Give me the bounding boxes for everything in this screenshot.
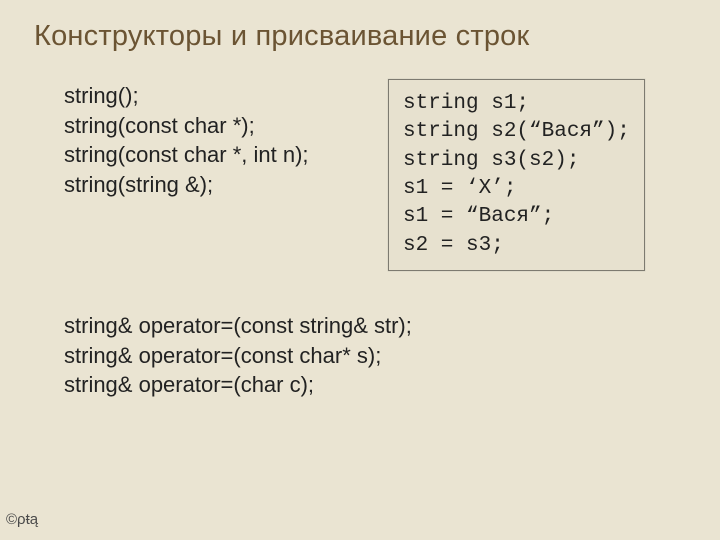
slide: Конструкторы и присваивание строк string… xyxy=(0,0,720,540)
constructor-line: string(const char *, int n); xyxy=(64,140,384,170)
constructor-line: string(string &); xyxy=(64,170,384,200)
code-line: string s2(“Вася”); xyxy=(403,118,630,146)
constructor-line: string(); xyxy=(64,81,384,111)
code-example-box: string s1; string s2(“Вася”); string s3(… xyxy=(388,79,645,271)
slide-title: Конструкторы и присваивание строк xyxy=(34,20,686,53)
operator-declarations: string& operator=(const string& str); st… xyxy=(64,311,686,400)
code-line: s2 = s3; xyxy=(403,232,630,260)
operator-line: string& operator=(const char* s); xyxy=(64,341,686,371)
code-line: s1 = ‘X’; xyxy=(403,175,630,203)
operator-line: string& operator=(const string& str); xyxy=(64,311,686,341)
footer-credit: ©ρŧą xyxy=(6,511,38,528)
constructor-declarations: string(); string(const char *); string(c… xyxy=(64,81,384,200)
constructor-line: string(const char *); xyxy=(64,111,384,141)
operator-line: string& operator=(char c); xyxy=(64,370,686,400)
code-line: string s1; xyxy=(403,90,630,118)
code-line: s1 = “Вася”; xyxy=(403,203,630,231)
content-row: string(); string(const char *); string(c… xyxy=(64,81,686,271)
code-line: string s3(s2); xyxy=(403,147,630,175)
